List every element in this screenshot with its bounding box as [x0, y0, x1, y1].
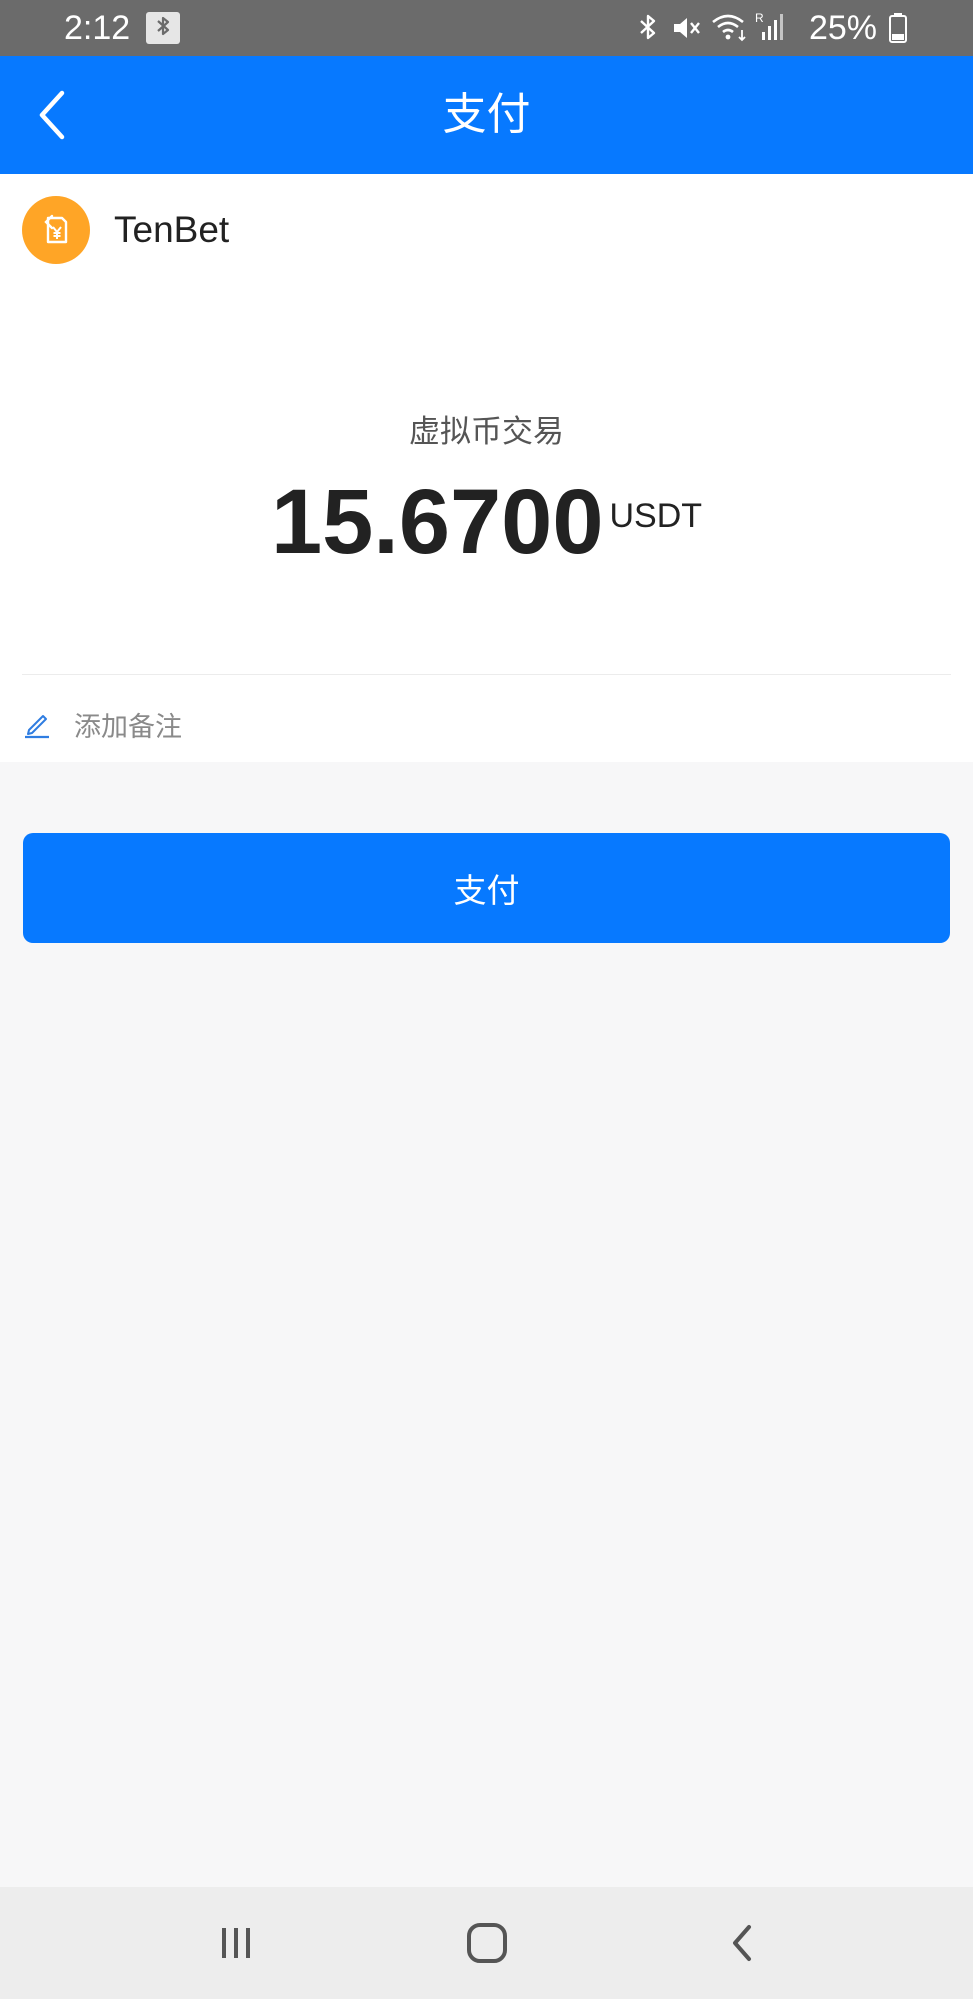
- divider: [22, 674, 951, 675]
- amount-row: 15.6700 USDT: [0, 474, 973, 570]
- signal-icon: R: [754, 10, 784, 48]
- system-back-button[interactable]: [702, 1913, 782, 1973]
- merchant-name: TenBet: [114, 209, 230, 250]
- yuan-transfer-icon: [44, 214, 68, 244]
- edit-pencil-icon: [25, 715, 49, 739]
- app-header: 支付: [0, 56, 973, 174]
- page-title: 支付: [442, 89, 531, 140]
- bluetooth-icon: [636, 12, 660, 48]
- svg-text:R: R: [755, 11, 764, 25]
- system-nav-bar: [0, 1887, 973, 1999]
- payment-card: TenBet 虚拟币交易 15.6700 USDT 添加备注: [0, 174, 973, 762]
- back-icon: [733, 1925, 751, 1961]
- home-button[interactable]: [447, 1913, 527, 1973]
- mute-icon: [670, 12, 702, 48]
- pay-button[interactable]: 支付: [23, 833, 950, 943]
- recent-apps-button[interactable]: [196, 1913, 276, 1973]
- battery-icon: [888, 12, 908, 48]
- add-note-button[interactable]: 添加备注: [22, 702, 182, 746]
- add-note-label: 添加备注: [74, 711, 182, 743]
- recent-apps-icon: [222, 1928, 250, 1958]
- bluetooth-notification-icon: [146, 12, 180, 44]
- merchant-avatar: [22, 196, 90, 264]
- merchant-row: TenBet: [22, 196, 229, 264]
- amount-value: 15.6700: [270, 471, 604, 573]
- amount-unit: USDT: [609, 497, 703, 535]
- status-time: 2:12: [64, 9, 131, 47]
- pay-button-label: 支付: [453, 871, 520, 910]
- status-bar: 2:12 R 25%: [0, 0, 973, 56]
- home-icon: [467, 1923, 507, 1963]
- battery-percent: 25%: [808, 9, 877, 47]
- wifi-icon: [710, 10, 750, 48]
- transaction-type: 虚拟币交易: [409, 414, 564, 450]
